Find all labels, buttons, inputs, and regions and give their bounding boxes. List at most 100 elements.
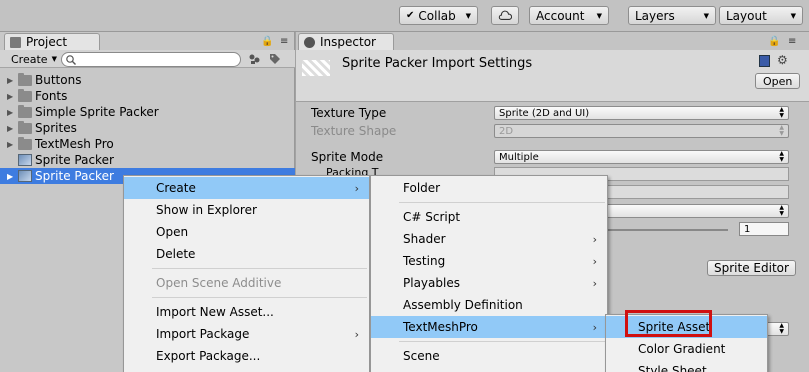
collab-button[interactable]: ✔ Collab ▼ — [399, 6, 478, 25]
create-dropdown[interactable]: Create ▼ — [6, 52, 62, 66]
sprite-editor-label: Sprite Editor — [714, 261, 789, 275]
expand-arrow-icon[interactable]: ▶ — [7, 76, 16, 85]
filter-by-type-icon[interactable] — [248, 53, 262, 65]
highlight-callout-box — [625, 310, 712, 337]
menu-item-playables[interactable]: Playables › — [371, 272, 607, 294]
menu-item-label: Delete — [156, 247, 196, 261]
tree-item-fonts[interactable]: ▶ Fonts — [0, 88, 295, 104]
cloud-icon — [498, 10, 512, 20]
menu-item-import-package[interactable]: Import Package › — [124, 323, 369, 345]
menu-item-show-in-explorer[interactable]: Show in Explorer — [124, 199, 369, 221]
menu-item-export-package[interactable]: Export Package... — [124, 345, 369, 367]
inspector-title: Sprite Packer Import Settings — [342, 56, 533, 71]
menu-item-label: Import New Asset... — [156, 305, 274, 319]
sprite-asset-icon — [18, 170, 32, 182]
menu-item-folder[interactable]: Folder — [371, 177, 607, 199]
texture-type-dropdown[interactable]: Sprite (2D and UI) ▲ ▼ — [494, 106, 789, 120]
panel-menu-icon[interactable]: ≡ — [280, 36, 288, 47]
hidden-dropdown[interactable]: ▲ ▼ — [766, 322, 789, 336]
account-dropdown[interactable]: Account ▼ — [529, 6, 609, 25]
expand-arrow-icon[interactable]: ▶ — [7, 172, 16, 181]
submenu-arrow-icon: › — [592, 276, 597, 290]
updown-arrows-icon: ▲ ▼ — [779, 150, 784, 163]
texture-type-label: Texture Type — [311, 106, 387, 120]
texture-shape-value: 2D — [499, 125, 514, 137]
submenu-arrow-icon: › — [592, 232, 597, 246]
menu-item-textmeshpro[interactable]: TextMeshPro › — [371, 316, 607, 338]
asset-thumbnail — [302, 60, 330, 76]
sprite-mode-value: Multiple — [499, 151, 539, 163]
info-icon — [304, 36, 315, 48]
tree-item-label: Fonts — [35, 89, 68, 103]
search-icon — [66, 55, 76, 65]
lock-icon[interactable]: 🔒 — [768, 36, 780, 47]
help-book-icon[interactable] — [759, 55, 770, 67]
menu-item-label: Scene — [403, 349, 440, 363]
lock-icon[interactable]: 🔒 — [261, 36, 273, 47]
tree-item-textmesh-pro[interactable]: ▶ TextMesh Pro — [0, 136, 295, 152]
tree-item-label: Buttons — [35, 73, 82, 87]
menu-item-label: Testing — [403, 254, 446, 268]
account-label: Account — [536, 8, 585, 23]
extrude-value-field[interactable]: 1 — [739, 222, 789, 236]
expand-arrow-icon[interactable]: ▶ — [7, 108, 16, 117]
menu-item-open[interactable]: Open — [124, 221, 369, 243]
menu-item-csharp-script[interactable]: C# Script — [371, 206, 607, 228]
menu-item-label: Open Scene Additive — [156, 276, 282, 290]
menu-item-create[interactable]: Create › — [124, 177, 369, 199]
panel-menu-icon[interactable]: ≡ — [788, 36, 796, 47]
tree-item-buttons[interactable]: ▶ Buttons — [0, 72, 295, 88]
layers-label: Layers — [635, 8, 675, 23]
tree-item-simple-sprite-packer[interactable]: ▶ Simple Sprite Packer — [0, 104, 295, 120]
open-button[interactable]: Open — [755, 73, 801, 89]
create-label: Create — [11, 52, 48, 66]
tree-item-sprite-packer[interactable]: Sprite Packer — [0, 152, 295, 168]
menu-separator — [399, 341, 605, 342]
context-menu: Create › Show in Explorer Open Delete Op… — [123, 175, 370, 372]
tree-item-label: Sprites — [35, 121, 77, 135]
folder-icon — [18, 88, 32, 102]
tree-item-label: TextMesh Pro — [35, 137, 114, 151]
expand-arrow-icon[interactable]: ▶ — [7, 124, 16, 133]
layers-dropdown[interactable]: Layers ▼ — [628, 6, 716, 25]
layout-dropdown[interactable]: Layout ▼ — [719, 6, 803, 25]
gear-icon[interactable]: ⚙ — [777, 53, 788, 67]
tree-item-sprites[interactable]: ▶ Sprites — [0, 120, 295, 136]
updown-arrows-icon: ▲ ▼ — [779, 106, 784, 119]
menu-item-scene[interactable]: Scene — [371, 345, 607, 367]
collab-label: Collab — [418, 8, 456, 23]
menu-item-testing[interactable]: Testing › — [371, 250, 607, 272]
tab-project-label: Project — [26, 35, 68, 49]
folder-icon — [18, 104, 32, 118]
cloud-button[interactable] — [491, 6, 519, 25]
menu-item-import-new-asset[interactable]: Import New Asset... — [124, 301, 369, 323]
menu-item-label: Export Package... — [156, 349, 261, 363]
chevron-down-icon: ▼ — [790, 11, 796, 20]
updown-arrows-icon: ▲ ▼ — [779, 124, 784, 137]
menu-item-style-sheet[interactable]: Style Sheet — [606, 360, 767, 372]
tree-item-label: Sprite Packer — [35, 169, 114, 183]
menu-item-shader[interactable]: Shader › — [371, 228, 607, 250]
menu-item-label: Folder — [403, 181, 441, 195]
check-icon: ✔ — [406, 10, 415, 21]
menu-separator — [399, 202, 605, 203]
menu-item-delete[interactable]: Delete — [124, 243, 369, 265]
menu-separator — [152, 297, 367, 298]
filter-by-label-icon[interactable] — [269, 53, 281, 65]
menu-item-open-scene-additive: Open Scene Additive — [124, 272, 369, 294]
tab-project[interactable]: Project — [4, 33, 100, 50]
menu-item-label: Color Gradient — [638, 342, 726, 356]
submenu-arrow-icon: › — [592, 320, 597, 334]
chevron-down-icon: ▼ — [51, 55, 57, 63]
menu-item-label: Assembly Definition — [403, 298, 523, 312]
menu-item-assembly-definition[interactable]: Assembly Definition — [371, 294, 607, 316]
expand-arrow-icon[interactable]: ▶ — [7, 92, 16, 101]
expand-arrow-icon[interactable]: ▶ — [7, 140, 16, 149]
tab-inspector[interactable]: Inspector — [298, 33, 394, 50]
sprite-editor-button[interactable]: Sprite Editor — [707, 260, 796, 276]
sprite-mode-label: Sprite Mode — [311, 150, 384, 164]
sprite-mode-dropdown[interactable]: Multiple ▲ ▼ — [494, 150, 789, 164]
menu-item-color-gradient[interactable]: Color Gradient — [606, 338, 767, 360]
main-toolbar: ✔ Collab ▼ Account ▼ Layers ▼ Layout ▼ — [0, 0, 809, 32]
search-input[interactable] — [61, 52, 241, 67]
